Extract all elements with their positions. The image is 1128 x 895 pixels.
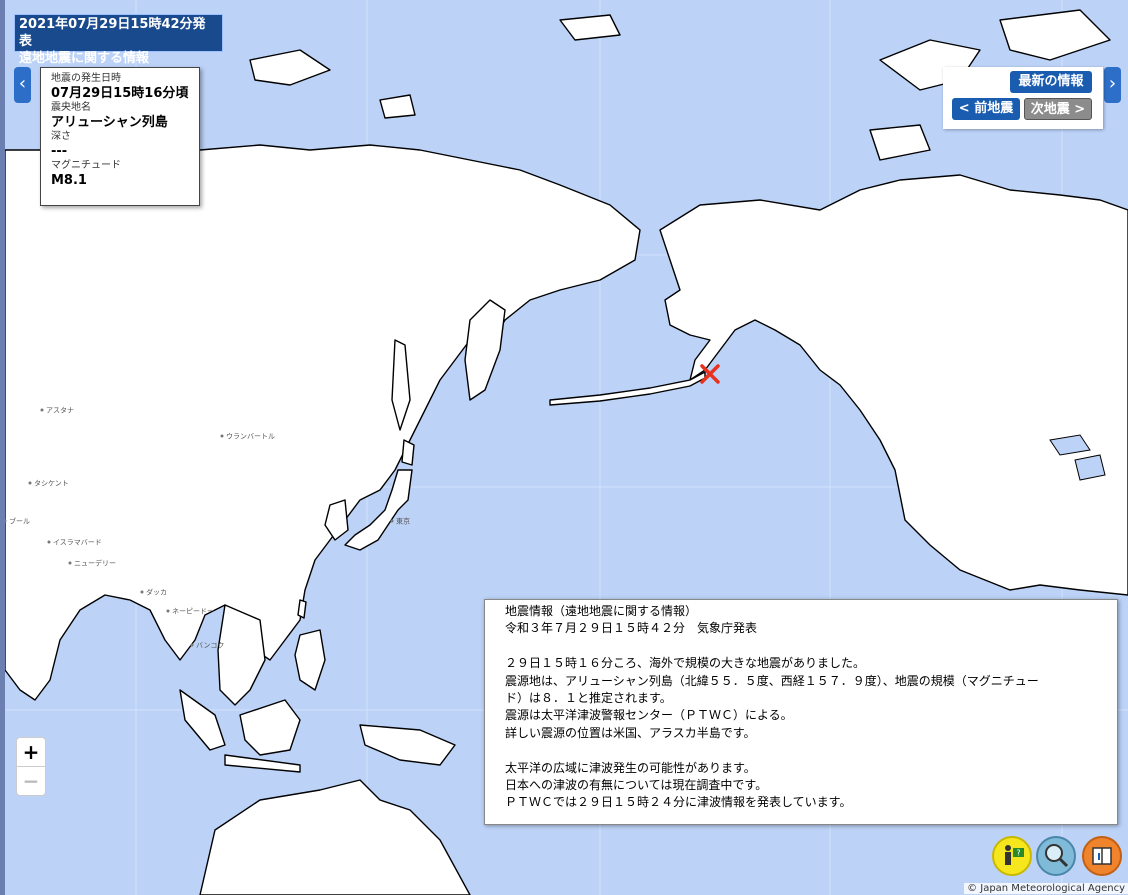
time-label: 地震の発生日時 <box>51 73 121 84</box>
bulletin-line <box>505 742 1109 759</box>
copyright-credit: © Japan Meteorological Agency <box>964 883 1128 894</box>
city-label: タシケント <box>34 479 69 488</box>
bulletin-line <box>505 638 1109 655</box>
bulletin-textbox: 地震情報（遠地地震に関する情報） 令和３年７月２９日１５時４２分 気象庁発表 ２９… <box>484 599 1118 825</box>
bulletin-line: 日本への津波の有無については現在調査中です。 <box>505 778 768 793</box>
city-label: イスラマバード <box>53 539 102 547</box>
city-dot <box>47 540 51 544</box>
time-value: 07月29日15時16分頃 <box>51 86 189 101</box>
city-dot <box>68 561 72 565</box>
report-title: 遠地地震に関する情報 <box>19 51 150 66</box>
city-label: ネーピードー <box>172 608 214 616</box>
panel-collapse-right-button[interactable]: › <box>1104 67 1121 103</box>
bulletin-line: ド）は８．１と推定されます。 <box>505 691 672 706</box>
city-dot <box>40 408 44 412</box>
navigation-panel: 最新の情報 < 前地震 次地震 > <box>943 67 1103 129</box>
depth-value: --- <box>51 144 68 159</box>
bulletin-line: 震源地は、アリューシャン列島（北緯５５．５度、西経１５７．９度）、地震の規模（マ… <box>505 673 1039 688</box>
city-label: ブール <box>9 517 30 526</box>
zoom-control: + − <box>16 737 46 796</box>
city-dot <box>28 481 32 485</box>
city-label: ニューデリー <box>74 559 116 568</box>
city-label: アスタナ <box>46 406 74 415</box>
report-datetime: 2021年07月29日15時42分発表 <box>19 17 206 49</box>
city-label: ウランバートル <box>226 433 275 441</box>
info-person-icon[interactable]: ? <box>992 836 1032 876</box>
book-icon[interactable] <box>1082 836 1122 876</box>
city-dot <box>390 519 394 523</box>
city-label: 東京 <box>396 517 410 526</box>
more-search-icon[interactable] <box>1036 836 1076 876</box>
earthquake-info-panel: 地震の発生日時 07月29日15時16分頃 震央地名 アリューシャン列島 深さ … <box>40 67 200 206</box>
city-dot <box>220 434 224 438</box>
left-edge-strip <box>0 0 5 895</box>
city-label: ダッカ <box>146 588 167 597</box>
magnitude-label: マグニチュード <box>51 160 121 171</box>
city-dot <box>166 609 170 613</box>
bulletin-lines: 地震情報（遠地地震に関する情報） 令和３年７月２９日１５時４２分 気象庁発表 ２９… <box>505 603 1109 812</box>
zoom-out-button[interactable]: − <box>17 767 45 795</box>
bulletin-line: ２９日１５時１６分ころ、海外で規模の大きな地震がありました。 <box>505 656 866 671</box>
bulletin-line: 詳しい震源の位置は米国、アラスカ半島です。 <box>505 725 756 740</box>
svg-text:?: ? <box>1016 849 1020 858</box>
region-label: 震央地名 <box>51 102 91 113</box>
depth-label: 深さ <box>51 131 71 142</box>
bulletin-line: 地震情報（遠地地震に関する情報） <box>505 604 698 618</box>
next-earthquake-button[interactable]: 次地震 > <box>1024 98 1092 120</box>
bulletin-line: 震源は太平洋津波警報センター（ＰＴＷＣ）による。 <box>505 708 793 723</box>
report-header: 2021年07月29日15時42分発表 遠地地震に関する情報 <box>14 14 223 66</box>
city-label: バンコク <box>196 642 224 650</box>
latest-info-button[interactable]: 最新の情報 <box>1010 71 1092 93</box>
bulletin-line: 令和３年７月２９日１５時４２分 気象庁発表 <box>505 621 758 636</box>
city-dot <box>190 643 194 647</box>
bulletin-line: 太平洋の広域に津波発生の可能性があります。 <box>505 760 756 775</box>
panel-collapse-left-button[interactable]: ‹ <box>14 67 31 103</box>
region-value: アリューシャン列島 <box>51 115 168 130</box>
zoom-in-button[interactable]: + <box>17 738 45 767</box>
bulletin-line: ＰＴＷＣでは２９日１５時２４分に津波情報を発表しています。 <box>505 795 852 810</box>
previous-earthquake-button[interactable]: < 前地震 <box>952 98 1020 120</box>
city-dot <box>140 590 144 594</box>
magnitude-value: M8.1 <box>51 173 87 188</box>
